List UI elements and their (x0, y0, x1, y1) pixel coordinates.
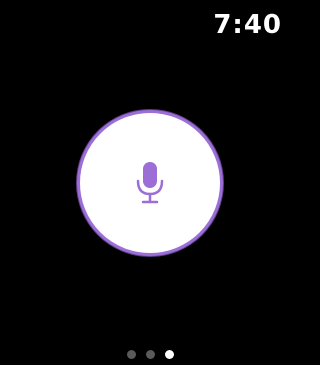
microphone-icon (136, 162, 164, 204)
status-time: 7:40 (213, 10, 282, 40)
page-dot[interactable] (126, 350, 136, 359)
page-dot[interactable] (145, 350, 155, 359)
page-indicator (0, 350, 300, 359)
page-dot-active[interactable] (164, 350, 174, 359)
voice-input-button[interactable] (77, 110, 223, 256)
watch-screen: 7:40 (0, 0, 300, 365)
